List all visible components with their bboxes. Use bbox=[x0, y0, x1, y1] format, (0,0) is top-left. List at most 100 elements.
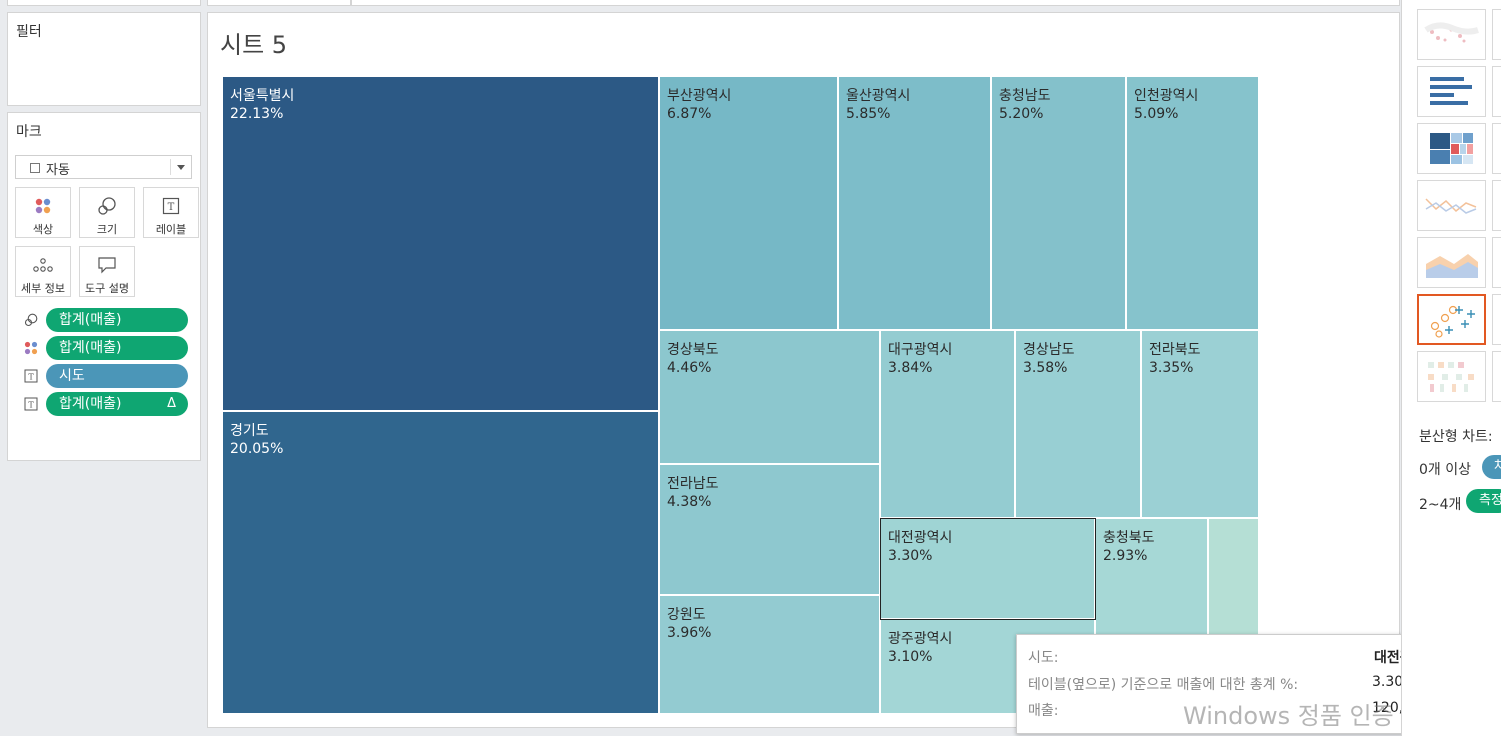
treemap-tile[interactable]: 서울특별시 22.13% bbox=[222, 76, 659, 411]
treemap-tile[interactable]: 강원도 3.96% bbox=[659, 595, 880, 714]
tile-label-name: 충청북도 bbox=[1103, 530, 1155, 546]
area-chart-thumb[interactable] bbox=[1417, 237, 1486, 288]
tile-label-name: 전라남도 bbox=[667, 476, 719, 492]
tile-label-name: 광주광역시 bbox=[888, 631, 953, 647]
tile-label-percent: 5.20% bbox=[999, 106, 1044, 122]
mark-type-label: 자동 bbox=[46, 163, 70, 178]
treemap-tile[interactable]: 부산광역시 6.87% bbox=[659, 76, 838, 330]
treemap-tile[interactable]: 경상남도 3.58% bbox=[1015, 330, 1141, 518]
tile-label-name: 경상북도 bbox=[667, 342, 719, 358]
dimension-requirement-pill-text: 차 bbox=[1494, 459, 1501, 474]
tooltip-row3-label: 매출: bbox=[1028, 703, 1059, 719]
chart-thumb-col2-1[interactable] bbox=[1492, 9, 1501, 60]
sales-label-pill[interactable]: 합계(매출) Δ bbox=[46, 392, 188, 416]
tile-label-percent: 2.93% bbox=[1103, 548, 1148, 564]
chart-thumb-col2-2[interactable] bbox=[1492, 66, 1501, 117]
label-icon: T bbox=[24, 397, 38, 411]
dropdown-divider bbox=[170, 159, 171, 175]
detail-icon bbox=[16, 255, 70, 275]
tile-label-percent: 4.46% bbox=[667, 360, 712, 376]
treemap-tile[interactable]: 대구광역시 3.84% bbox=[880, 330, 1015, 518]
size-button[interactable]: 크기 bbox=[79, 187, 135, 238]
scatter-plot-icon bbox=[1430, 305, 1475, 338]
treemap-tile[interactable]: 경기도 20.05% bbox=[222, 411, 659, 714]
square-mark-icon bbox=[30, 163, 40, 173]
tile-label-name: 강원도 bbox=[667, 607, 706, 623]
svg-text:T: T bbox=[168, 202, 175, 213]
tile-label-name: 부산광역시 bbox=[667, 88, 732, 104]
sheet-top-strip bbox=[207, 0, 351, 6]
chart-thumb-col2-4[interactable] bbox=[1492, 180, 1501, 231]
heatmap-icon bbox=[1428, 362, 1474, 392]
treemap-chart-thumb[interactable] bbox=[1417, 123, 1486, 174]
tile-label-percent: 3.84% bbox=[888, 360, 933, 376]
scatter-chart-thumb[interactable] bbox=[1417, 294, 1486, 345]
sheet-title: 시트 5 bbox=[220, 31, 288, 59]
treemap-tile[interactable]: 전라북도 3.35% bbox=[1141, 330, 1259, 518]
chart-thumb-col2-3[interactable] bbox=[1492, 123, 1501, 174]
tile-label-percent: 3.35% bbox=[1149, 360, 1194, 376]
map-icon bbox=[1424, 22, 1479, 43]
filters-shelf[interactable]: 필터 bbox=[7, 12, 201, 106]
tile-label-name: 대전광역시 bbox=[888, 530, 953, 546]
measure-requirement-pill-text: 측정 bbox=[1479, 493, 1501, 508]
detail-button[interactable]: 세부 정보 bbox=[15, 246, 71, 297]
tile-label-name: 대구광역시 bbox=[888, 342, 953, 358]
mark-type-dropdown[interactable]: 자동 bbox=[15, 155, 192, 179]
tile-label-percent: 3.58% bbox=[1023, 360, 1068, 376]
speech-bubble-icon bbox=[80, 255, 134, 275]
treemap-tile[interactable]: 전라남도 4.38% bbox=[659, 464, 880, 595]
treemap-tile[interactable]: 인천광역시 5.09% bbox=[1126, 76, 1259, 330]
requirement-measure-count: 2~4개 bbox=[1419, 497, 1462, 513]
tile-label-name: 충청남도 bbox=[999, 88, 1051, 104]
color-icon bbox=[16, 196, 70, 216]
treemap-tile[interactable]: 경상북도 4.46% bbox=[659, 330, 880, 464]
tile-label-name: 인천광역시 bbox=[1134, 88, 1199, 104]
bar-chart-thumb[interactable] bbox=[1417, 66, 1486, 117]
color-icon bbox=[24, 341, 38, 355]
map-chart-thumb[interactable] bbox=[1417, 9, 1486, 60]
tooltip-button[interactable]: 도구 설명 bbox=[79, 246, 135, 297]
sido-pill[interactable]: 시도 bbox=[46, 364, 188, 388]
tile-label-percent: 22.13% bbox=[230, 106, 284, 122]
treemap-tile[interactable]: 대전광역시 3.30% bbox=[880, 518, 1095, 619]
windows-activation-watermark: Windows 정품 인증 bbox=[1183, 702, 1394, 730]
svg-text:T: T bbox=[28, 373, 34, 382]
svg-text:T: T bbox=[28, 401, 34, 410]
tooltip-row2-label: 테이블(옆으로) 기준으로 매출에 대한 총계 %: bbox=[1028, 677, 1299, 693]
line-chart-thumb[interactable] bbox=[1417, 180, 1486, 231]
chevron-down-icon bbox=[177, 165, 185, 170]
tile-label-percent: 5.85% bbox=[846, 106, 891, 122]
tile-label-name: 서울특별시 bbox=[230, 88, 295, 104]
color-label: 색상 bbox=[32, 223, 54, 236]
tooltip-label: 도구 설명 bbox=[85, 282, 129, 295]
tooltip-row1-label: 시도: bbox=[1028, 650, 1059, 666]
label-button[interactable]: T 레이블 bbox=[143, 187, 199, 238]
chart-thumb-col2-6[interactable] bbox=[1492, 294, 1501, 345]
size-label: 크기 bbox=[96, 223, 118, 236]
tile-label-percent: 5.09% bbox=[1134, 106, 1179, 122]
tile-label-name: 경기도 bbox=[230, 423, 269, 439]
color-button[interactable]: 색상 bbox=[15, 187, 71, 238]
treemap-icon bbox=[1430, 133, 1473, 164]
label-label: 레이블 bbox=[155, 223, 187, 236]
histogram-chart-thumb[interactable] bbox=[1417, 351, 1486, 402]
area-chart-icon bbox=[1426, 254, 1478, 278]
left-top-strip bbox=[7, 0, 201, 6]
chart-thumb-col2-5[interactable] bbox=[1492, 237, 1501, 288]
horizontal-bar-icon bbox=[1430, 77, 1472, 105]
treemap-tile[interactable]: 충청남도 5.20% bbox=[991, 76, 1126, 330]
sales-label-pill-text: 합계(매출) bbox=[59, 396, 122, 412]
label-icon: T bbox=[24, 369, 38, 383]
filters-title: 필터 bbox=[16, 24, 42, 40]
color-pill[interactable]: 합계(매출) bbox=[46, 336, 188, 360]
size-pill[interactable]: 합계(매출) bbox=[46, 308, 188, 332]
delta-icon: Δ bbox=[167, 396, 176, 411]
marks-title: 마크 bbox=[16, 124, 42, 140]
size-icon bbox=[80, 196, 134, 216]
treemap-tile[interactable]: 울산광역시 5.85% bbox=[838, 76, 991, 330]
tile-label-percent: 20.05% bbox=[230, 441, 284, 457]
chart-thumb-col2-7[interactable] bbox=[1492, 351, 1501, 402]
chart-requirements-title: 분산형 차트: bbox=[1419, 429, 1493, 445]
tile-label-percent: 3.10% bbox=[888, 649, 933, 665]
